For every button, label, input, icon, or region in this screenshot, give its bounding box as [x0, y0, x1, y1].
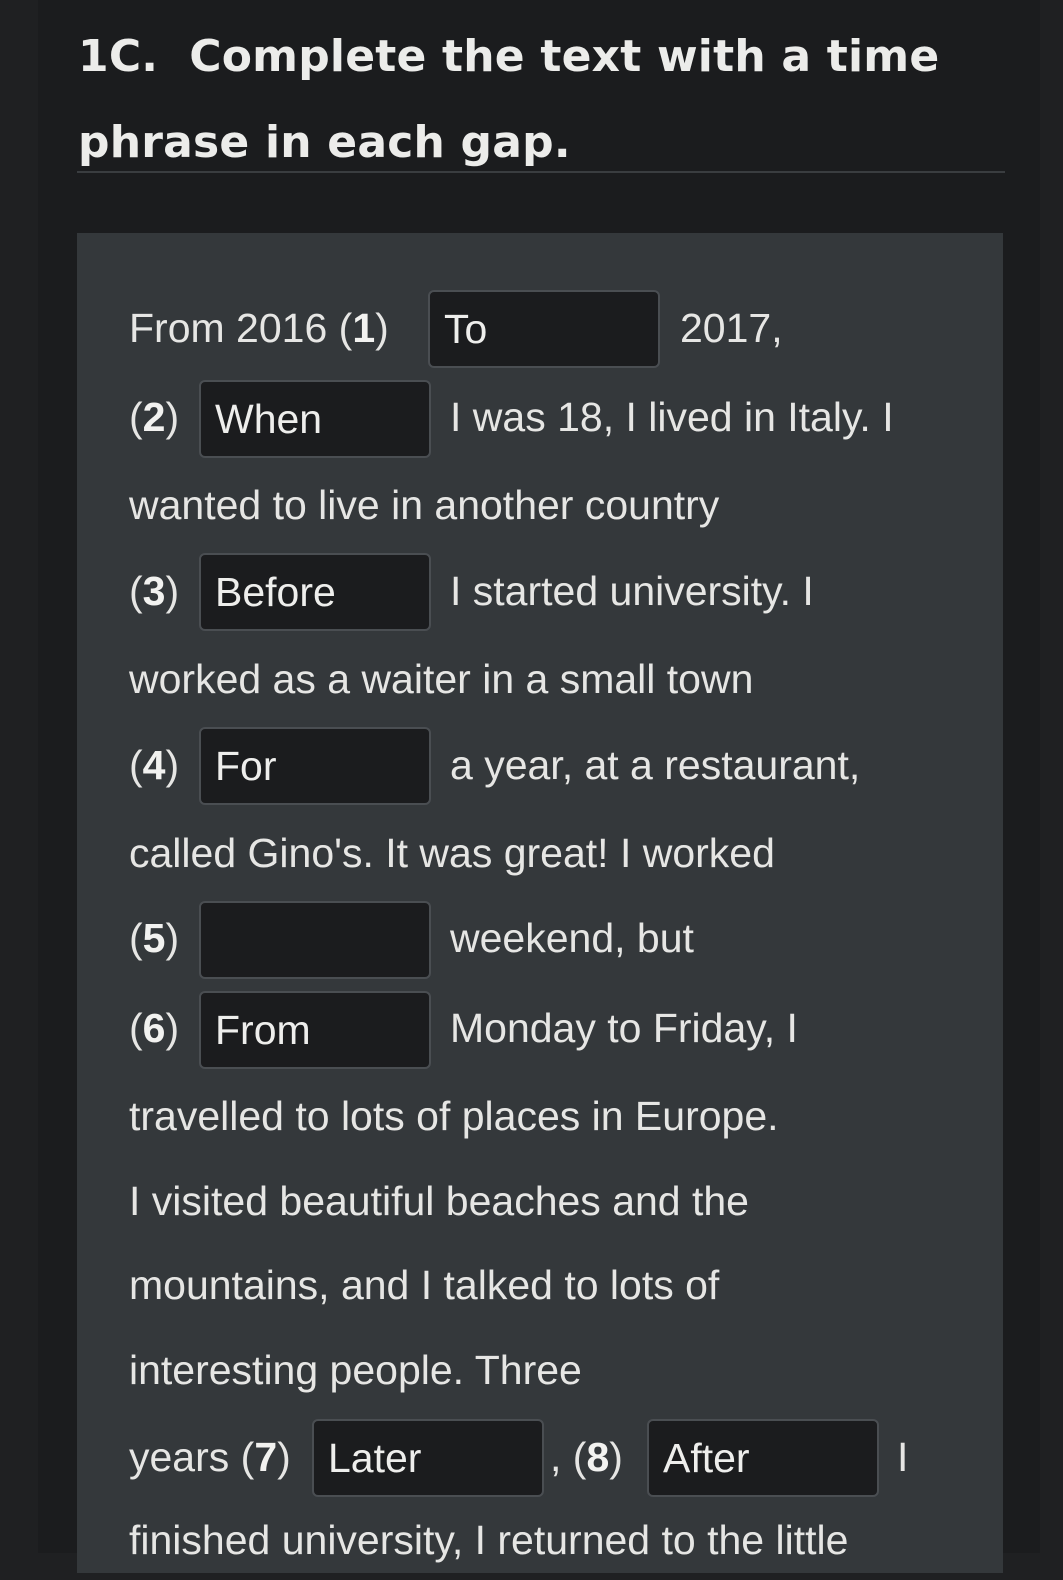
line-13: interesting people. Three: [129, 1347, 582, 1393]
line-7: called Gino's. It was great! I worked: [129, 830, 775, 876]
gap-number-6: 6: [142, 1005, 166, 1051]
line-15: finished university, I returned to the l…: [129, 1517, 849, 1563]
title-line-1: 1C. Complete the text with a time: [78, 31, 940, 82]
line-12: mountains, and I talked to lots of: [129, 1262, 720, 1308]
text-fragment: , (: [550, 1434, 587, 1480]
line-2-after: I was 18, I lived in Italy. I: [450, 394, 894, 440]
line-8-after: weekend, but: [450, 915, 694, 961]
gap-input-8[interactable]: [647, 1419, 879, 1497]
gap-label-3: (3): [129, 568, 180, 614]
line-10: travelled to lots of places in Europe.: [129, 1093, 779, 1139]
gap-label-2: (2): [129, 394, 180, 440]
line-5: worked as a waiter in a small town: [129, 656, 754, 702]
line-1-label: From 2016 (1): [129, 288, 389, 368]
gap-number-8: 8: [586, 1434, 610, 1480]
gap-input-2[interactable]: [199, 380, 431, 458]
gap-label-5: (5): [129, 915, 180, 961]
gap-number-4: 4: [142, 742, 166, 788]
gap-number-7: 7: [254, 1434, 278, 1480]
gap-number-2: 2: [142, 394, 166, 440]
gap-input-6[interactable]: [199, 991, 431, 1069]
gap-number-1: 1: [352, 305, 376, 351]
gap-input-3[interactable]: [199, 553, 431, 631]
line-11: I visited beautiful beaches and the: [129, 1178, 749, 1224]
gap-input-4[interactable]: [199, 727, 431, 805]
gap-input-1[interactable]: [428, 290, 660, 368]
text-fragment: ): [609, 1434, 623, 1480]
line-14-after: I: [897, 1434, 909, 1480]
line-9-after: Monday to Friday, I: [450, 1005, 798, 1051]
gap-input-5[interactable]: [199, 901, 431, 979]
text-fragment: ): [375, 305, 389, 351]
gap-label-7: years (7): [129, 1434, 291, 1480]
gap-label-6: (6): [129, 1005, 180, 1051]
exercise-title: 1C. Complete the text with a time phrase…: [78, 14, 978, 186]
line-6-after: a year, at a restaurant,: [450, 742, 861, 788]
gap-number-5: 5: [142, 915, 166, 961]
text-fragment: years (: [129, 1434, 255, 1480]
line-4-after: I started university. I: [450, 568, 814, 614]
gap-label-4: (4): [129, 742, 180, 788]
gap-number-3: 3: [142, 568, 166, 614]
line-1-after: 2017,: [680, 305, 783, 351]
line-3: wanted to live in another country: [129, 482, 720, 528]
title-divider: [77, 171, 1005, 173]
title-line-2: phrase in each gap.: [78, 117, 571, 168]
text-fragment: From 2016 (: [129, 305, 353, 351]
gap-label-8: , (8): [550, 1417, 623, 1497]
gap-input-7[interactable]: [312, 1419, 544, 1497]
